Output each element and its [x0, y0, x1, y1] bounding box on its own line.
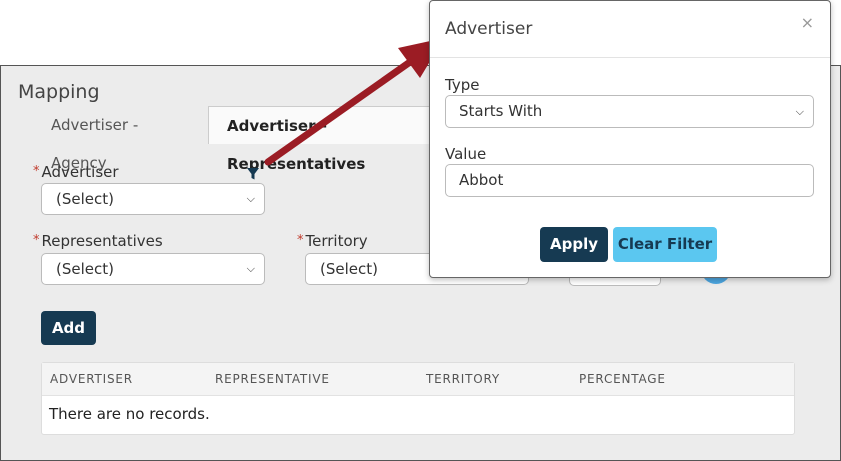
- representatives-select[interactable]: (Select) ⌵: [41, 253, 265, 285]
- chevron-down-icon: ⌵: [246, 262, 255, 275]
- clear-filter-button[interactable]: Clear Filter: [613, 227, 717, 262]
- advertiser-filter-popover: Advertiser × Type Starts With ⌵ Value Ab…: [429, 0, 831, 278]
- representatives-label: * Representatives: [33, 232, 163, 250]
- panel-title: Mapping: [18, 81, 100, 103]
- required-marker: *: [297, 233, 304, 248]
- chevron-down-icon: ⌵: [246, 192, 255, 205]
- filter-icon[interactable]: [246, 167, 260, 181]
- column-header-territory[interactable]: TERRITORY: [426, 372, 500, 386]
- popover-title: Advertiser: [445, 19, 533, 39]
- records-grid: ADVERTISER REPRESENTATIVE TERRITORY PERC…: [41, 362, 795, 435]
- chevron-down-icon: ⌵: [795, 105, 804, 118]
- type-label: Type: [445, 76, 480, 94]
- column-header-percentage[interactable]: PERCENTAGE: [579, 372, 666, 386]
- advertiser-select[interactable]: (Select) ⌵: [41, 183, 265, 215]
- apply-button[interactable]: Apply: [540, 227, 608, 262]
- close-icon[interactable]: ×: [801, 13, 814, 32]
- grid-header: ADVERTISER REPRESENTATIVE TERRITORY PERC…: [42, 363, 794, 396]
- value-input[interactable]: Abbot: [445, 164, 814, 197]
- tab-advertiser-agency[interactable]: Advertiser - Agency: [33, 106, 208, 172]
- territory-label: * Territory: [297, 232, 368, 250]
- column-header-representative[interactable]: REPRESENTATIVE: [215, 372, 330, 386]
- popover-divider: [430, 57, 830, 58]
- type-select[interactable]: Starts With ⌵: [445, 95, 814, 128]
- empty-message: There are no records.: [49, 405, 210, 423]
- required-marker: *: [33, 233, 40, 248]
- add-button[interactable]: Add: [41, 311, 96, 345]
- advertiser-label: * Advertiser: [33, 163, 119, 181]
- value-label: Value: [445, 145, 487, 163]
- column-header-advertiser[interactable]: ADVERTISER: [50, 372, 133, 386]
- required-marker: *: [33, 164, 40, 179]
